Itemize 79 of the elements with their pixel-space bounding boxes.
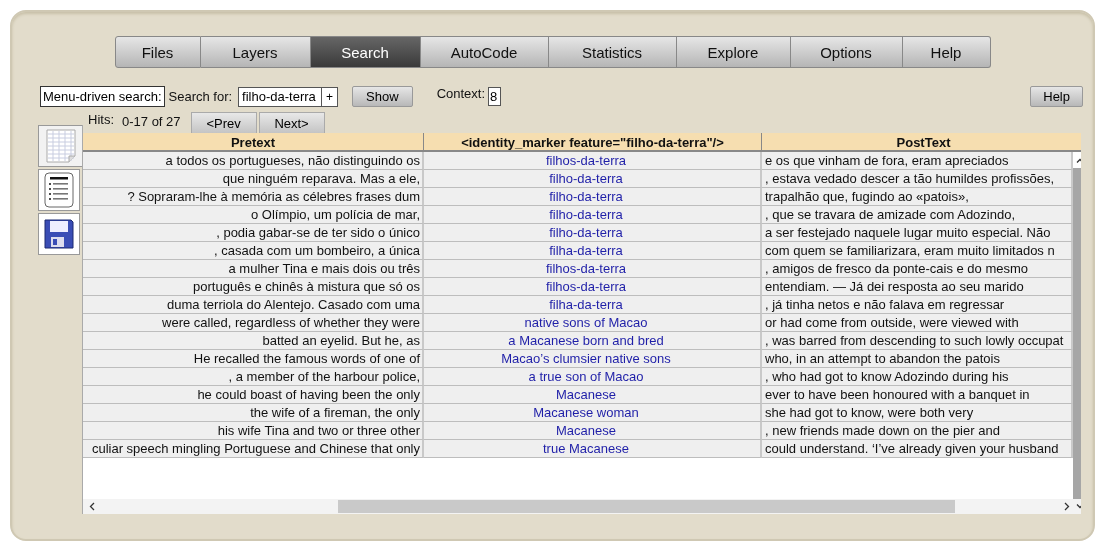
posttext-cell: trapalhão que, fugindo ao «patois», (762, 188, 1073, 206)
posttext-cell: she had got to know, were both very (762, 404, 1073, 422)
pretext-header[interactable]: Pretext (83, 133, 424, 152)
menu-tab[interactable]: Files (114, 36, 201, 68)
search-field[interactable]: filho-da-terra + (238, 86, 339, 107)
show-button[interactable]: Show (352, 86, 413, 107)
pretext-cell: batted an eyelid. But he, as (83, 332, 424, 350)
marker-cell: Macanese (424, 386, 762, 404)
menu-tab[interactable]: Explore (676, 36, 791, 68)
horizontal-scrollbar[interactable] (83, 499, 1073, 514)
posttext-cell: , que se travara de amizade com Adozindo, (762, 206, 1073, 224)
scroll-right-icon[interactable] (1064, 502, 1070, 511)
menu-tab[interactable]: Help (902, 36, 991, 68)
pretext-cell: the wife of a fireman, the only (83, 404, 424, 422)
pretext-cell: he could boast of having been the only (83, 386, 424, 404)
posttext-cell: could understand. ‘I’ve already given your husband (762, 440, 1073, 458)
marker-cell: true Macanese (424, 440, 762, 458)
pretext-cell: He recalled the famous words of one of (83, 350, 424, 368)
posttext-cell: , estava vedado descer a tão humildes profissões, (762, 170, 1073, 188)
marker-cell: filhos-da-terra (424, 260, 762, 278)
menu-tab[interactable]: Search (310, 36, 421, 68)
pretext-cell: his wife Tina and two or three other (83, 422, 424, 440)
marker-cell: Macanese woman (424, 404, 762, 422)
search-label: Search for: (168, 89, 233, 104)
marker-cell: filha-da-terra (424, 296, 762, 314)
pretext-cell: duma terriola do Alentejo. Casado com uma (83, 296, 424, 314)
posttext-cell: or had come from outside, were viewed with (762, 314, 1073, 332)
pretext-cell: , casada com um bombeiro, a única (83, 242, 424, 260)
posttext-cell: com quem se familiarizara, eram muito limitados n (762, 242, 1073, 260)
posttext-cell: , new friends made down on the pier and (762, 422, 1073, 440)
menu-tab[interactable]: Layers (200, 36, 311, 68)
posttext-cell: a ser festejado naquele lugar muito especial. Não (762, 224, 1073, 242)
marker-cell: native sons of Macao (424, 314, 762, 332)
next-button[interactable]: Next> (258, 112, 325, 133)
pretext-cell: ? Sopraram-lhe à memória as célebres frases dum (83, 188, 424, 206)
posttext-header[interactable]: PostText (762, 133, 1081, 152)
marker-header[interactable]: <identity_marker feature="filho-da-terra"/> (424, 133, 762, 152)
posttext-cell: e os que vinham de fora, eram apreciados (762, 152, 1073, 170)
marker-cell: filhos-da-terra (424, 152, 762, 170)
hits-range: 0-17 of 27 (122, 114, 181, 129)
pretext-cell: a todos os portugueses, não distinguindo os (83, 152, 424, 170)
summary-document-icon[interactable] (44, 172, 74, 208)
help-button[interactable]: Help (1030, 86, 1083, 107)
posttext-cell: , was barred from descending to such lowly occupat (762, 332, 1073, 350)
posttext-cell: entendiam. — Já dei resposta ao seu marido (762, 278, 1073, 296)
menu-tab[interactable]: Options (790, 36, 903, 68)
posttext-cell: ever to have been honoured with a banquet in (762, 386, 1073, 404)
marker-cell: filho-da-terra (424, 224, 762, 242)
marker-cell: Macanese (424, 422, 762, 440)
pretext-cell: português e chinês à mistura que só os (83, 278, 424, 296)
posttext-cell: , who had got to know Adozindo during his (762, 368, 1073, 386)
marker-cell: Macao’s clumsier native sons (424, 350, 762, 368)
marker-cell: filhos-da-terra (424, 278, 762, 296)
context-label: Context: (436, 86, 486, 101)
marker-cell: a Macanese born and bred (424, 332, 762, 350)
posttext-cell: , já tinha netos e não falava em regressar (762, 296, 1073, 314)
pretext-cell: , podia gabar-se de ter sido o único (83, 224, 424, 242)
search-mode-button[interactable]: Menu-driven search: (40, 86, 165, 107)
marker-cell: filho-da-terra (424, 188, 762, 206)
hits-label: Hits: (88, 112, 114, 127)
scroll-down-icon[interactable] (1075, 504, 1081, 509)
scroll-up-icon[interactable] (1075, 157, 1081, 163)
posttext-cell: , amigos de fresco da ponte-cais e do mesmo (762, 260, 1073, 278)
prev-button[interactable]: <Prev (190, 112, 257, 133)
marker-cell: filha-da-terra (424, 242, 762, 260)
marker-cell: filho-da-terra (424, 170, 762, 188)
pretext-cell: a mulher Tina e mais dois ou três (83, 260, 424, 278)
pretext-cell: were called, regardless of whether they were (83, 314, 424, 332)
pretext-cell: culiar speech mingling Portuguese and Chinese that only (83, 440, 424, 458)
marker-cell: a true son of Macao (424, 368, 762, 386)
scroll-left-icon[interactable] (89, 502, 95, 511)
menu-tab[interactable]: Statistics (548, 36, 677, 68)
pretext-cell: , a member of the harbour police, (83, 368, 424, 386)
menu-tab[interactable]: AutoCode (420, 36, 549, 68)
pretext-cell: que ninguém reparava. Mas a ele, (83, 170, 424, 188)
marker-cell: filho-da-terra (424, 206, 762, 224)
context-field[interactable]: 8 (488, 87, 502, 106)
pretext-cell: o Olímpio, um polícia de mar, (83, 206, 424, 224)
posttext-cell: who, in an attempt to abandon the patois (762, 350, 1073, 368)
